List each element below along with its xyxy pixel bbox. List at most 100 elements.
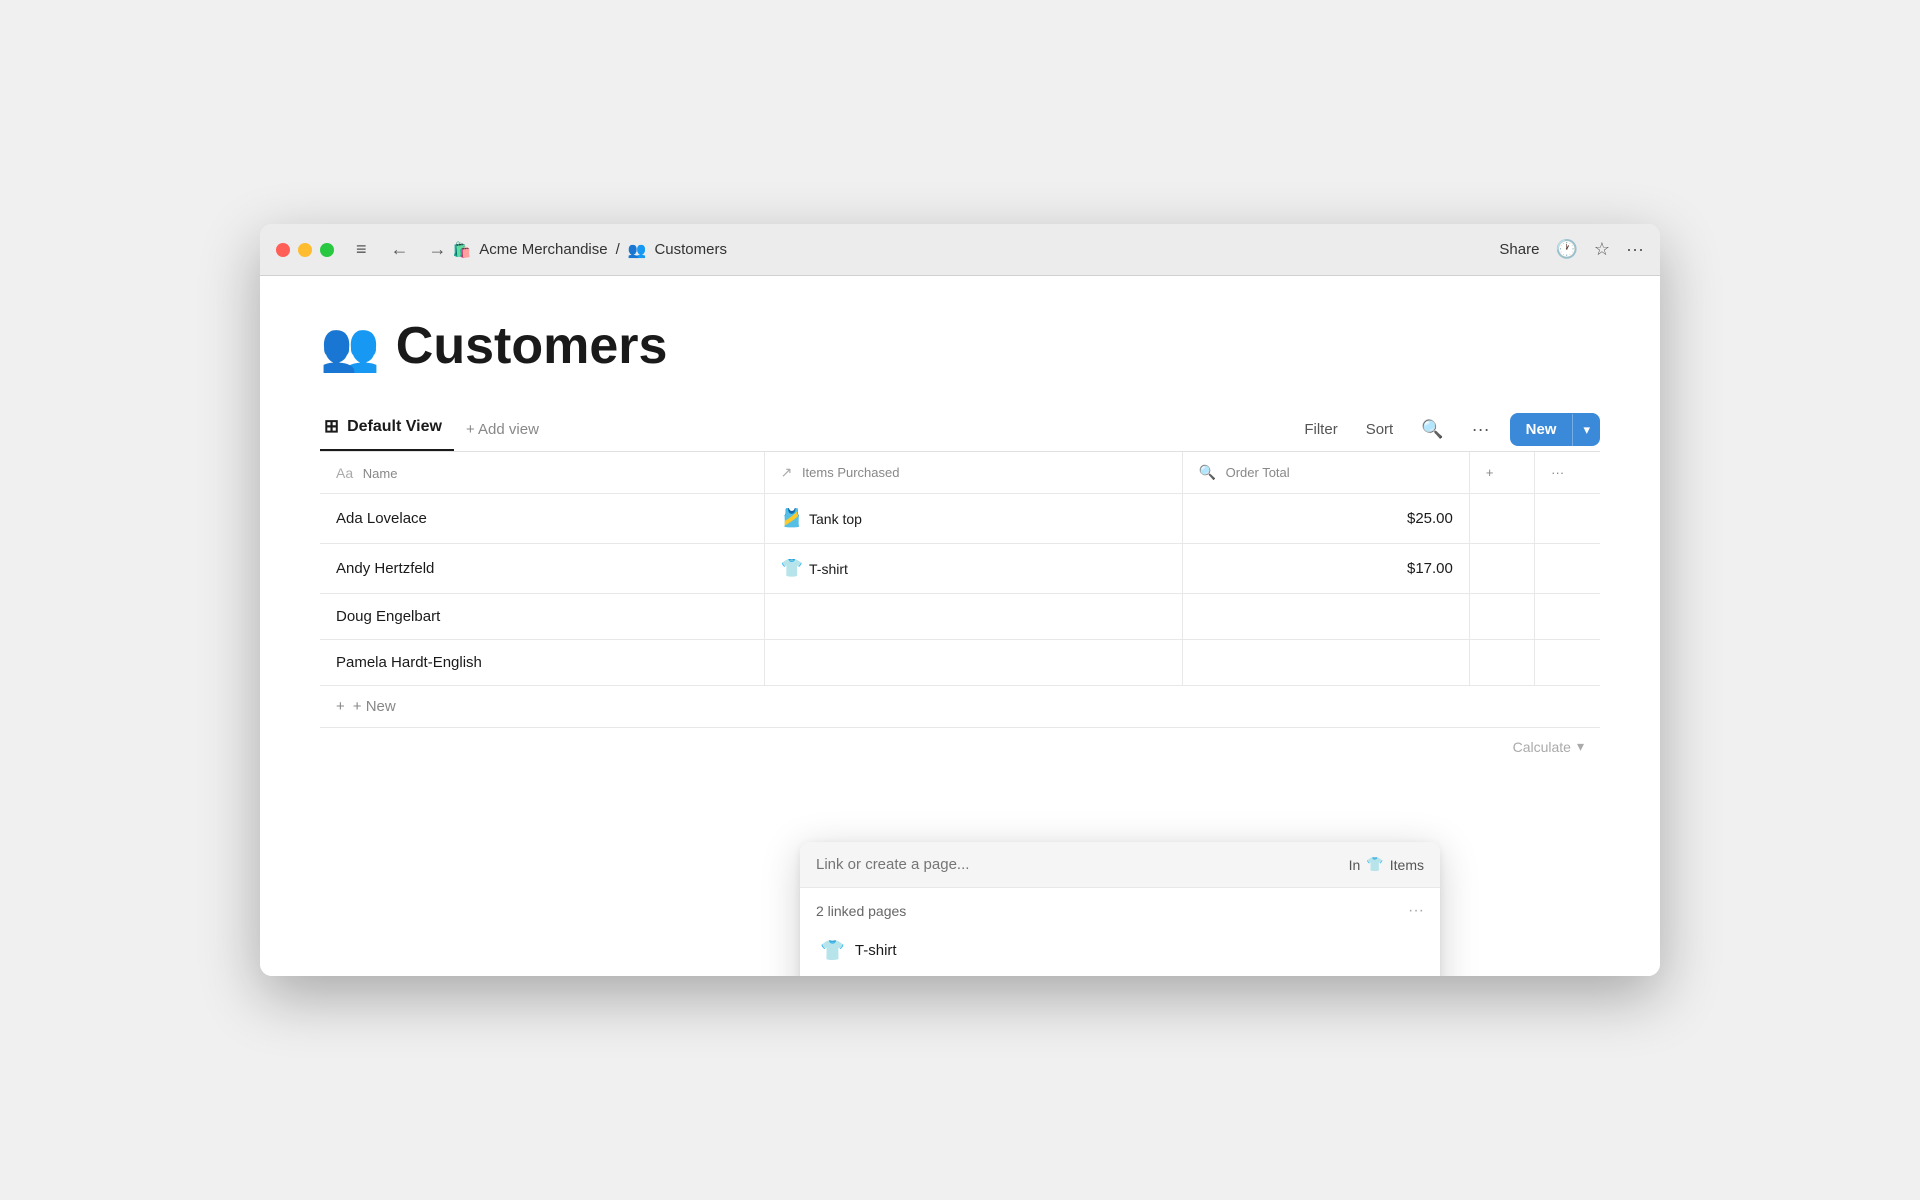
row-name-pamela[interactable]: Pamela Hardt-English <box>320 640 764 686</box>
col-header-more[interactable]: ··· <box>1535 452 1600 494</box>
row-total-andy: $17.00 <box>1182 544 1469 594</box>
search-button[interactable]: 🔍 <box>1413 413 1451 446</box>
items-col-label: Items Purchased <box>802 465 900 480</box>
items-in-icon: 👕 <box>1366 856 1383 873</box>
table-row: Pamela Hardt-English <box>320 640 1600 686</box>
link-page-dropdown: In 👕 Items 2 linked pages ··· 👕 T-shirt <box>800 842 1440 976</box>
history-button[interactable]: 🕐 <box>1555 239 1577 260</box>
dropdown-in-label: In 👕 Items <box>1349 856 1424 873</box>
row-items-doug[interactable] <box>764 594 1182 640</box>
row-name-ada[interactable]: Ada Lovelace <box>320 494 764 544</box>
customers-icon: 👥 <box>628 241 647 259</box>
new-row-label: + New <box>353 698 396 715</box>
row-name-andy[interactable]: Andy Hertzfeld <box>320 544 764 594</box>
traffic-lights <box>276 243 334 257</box>
tshirt-link-icon: 👕 <box>820 938 845 963</box>
titlebar: ≡ ← → 🛍️ Acme Merchandise / 👥 Customers … <box>260 224 1660 276</box>
row-total-doug <box>1182 594 1469 640</box>
row-more-ada <box>1535 494 1600 544</box>
col-header-add[interactable]: + <box>1469 452 1534 494</box>
col-header-name: Aa Name <box>320 452 764 494</box>
row-name-doug[interactable]: Doug Engelbart <box>320 594 764 640</box>
back-button[interactable]: ← <box>385 235 415 264</box>
linked-pages-title: 2 linked pages <box>816 903 906 919</box>
dropdown-search-row: In 👕 Items <box>800 842 1440 888</box>
minimize-button[interactable] <box>298 243 312 257</box>
new-button-group: New ▾ <box>1510 413 1600 446</box>
calculate-chevron-icon: ▾ <box>1577 738 1584 755</box>
forward-button[interactable]: → <box>423 235 453 264</box>
total-col-icon: 🔍 <box>1199 464 1216 480</box>
titlebar-actions: Share 🕐 ☆ ··· <box>1499 239 1644 260</box>
row-more-andy <box>1535 544 1600 594</box>
row-total-pamela <box>1182 640 1469 686</box>
page-title: Customers <box>396 316 668 376</box>
table-row: Ada Lovelace 🎽 Tank top $25.00 <box>320 494 1600 544</box>
table-row: Doug Engelbart <box>320 594 1600 640</box>
tank-top-label-ada: Tank top <box>809 511 862 527</box>
customers-table: Aa Name ↗ Items Purchased 🔍 Order Total <box>320 452 1600 686</box>
total-col-label: Order Total <box>1226 465 1290 480</box>
titlebar-more-button[interactable]: ··· <box>1626 239 1644 260</box>
toolbar-right: Filter Sort 🔍 ··· New ▾ <box>1296 413 1600 446</box>
tshirt-icon-andy: 👕 <box>781 558 803 579</box>
add-col-icon[interactable]: + <box>1486 465 1494 480</box>
row-add-doug <box>1469 594 1534 640</box>
page-title-row: 👥 Customers <box>320 316 1600 376</box>
app-icon: 🛍️ <box>453 241 472 259</box>
nav-buttons: ≡ ← → <box>350 235 453 264</box>
table-row: Andy Hertzfeld 👕 T-shirt $17.00 <box>320 544 1600 594</box>
favorite-button[interactable]: ☆ <box>1594 239 1610 260</box>
more-col-icon[interactable]: ··· <box>1551 465 1564 480</box>
tshirt-link-label: T-shirt <box>855 942 897 959</box>
name-col-icon: Aa <box>336 465 353 481</box>
new-chevron-button[interactable]: ▾ <box>1572 414 1600 446</box>
toolbar: ⊞ Default View + Add view Filter Sort 🔍 … <box>320 408 1600 451</box>
new-row-plus-icon: + <box>336 698 345 715</box>
calculate-row[interactable]: Calculate ▾ <box>320 728 1600 765</box>
section-name[interactable]: Customers <box>654 241 727 258</box>
linked-page-tshirt[interactable]: 👕 T-shirt <box>816 930 1424 971</box>
new-row-button[interactable]: + + New <box>320 686 1600 728</box>
items-col-icon: ↗ <box>781 464 793 480</box>
fullscreen-button[interactable] <box>320 243 334 257</box>
new-button[interactable]: New <box>1510 413 1573 446</box>
row-total-ada: $25.00 <box>1182 494 1469 544</box>
row-add-ada <box>1469 494 1534 544</box>
linked-pages-header: 2 linked pages ··· <box>816 902 1424 920</box>
row-items-pamela[interactable] <box>764 640 1182 686</box>
sort-button[interactable]: Sort <box>1358 415 1402 444</box>
row-more-doug <box>1535 594 1600 640</box>
default-view-tab[interactable]: ⊞ Default View <box>320 408 454 451</box>
row-items-andy[interactable]: 👕 T-shirt <box>764 544 1182 594</box>
row-add-andy <box>1469 544 1534 594</box>
main-content: 👥 Customers ⊞ Default View + Add view Fi… <box>260 276 1660 976</box>
in-label-text: In <box>1349 857 1361 873</box>
tshirt-label-andy: T-shirt <box>809 561 848 577</box>
name-col-label: Name <box>363 466 398 481</box>
table-header-row: Aa Name ↗ Items Purchased 🔍 Order Total <box>320 452 1600 494</box>
page-icon: 👥 <box>320 318 380 375</box>
breadcrumb: 🛍️ Acme Merchandise / 👥 Customers <box>453 241 727 259</box>
linked-pages-section: 2 linked pages ··· 👕 T-shirt 👖 Khaki pan… <box>800 888 1440 976</box>
row-add-pamela <box>1469 640 1534 686</box>
toolbar-more-button[interactable]: ··· <box>1464 413 1498 446</box>
linked-pages-more-button[interactable]: ··· <box>1408 902 1424 920</box>
view-tab-label: Default View <box>347 418 442 436</box>
share-button[interactable]: Share <box>1499 241 1539 258</box>
col-header-items: ↗ Items Purchased <box>764 452 1182 494</box>
col-header-total: 🔍 Order Total <box>1182 452 1469 494</box>
app-window: ≡ ← → 🛍️ Acme Merchandise / 👥 Customers … <box>260 224 1660 976</box>
sidebar-toggle-button[interactable]: ≡ <box>350 235 373 264</box>
app-name[interactable]: Acme Merchandise <box>479 241 607 258</box>
table-container: Aa Name ↗ Items Purchased 🔍 Order Total <box>320 451 1600 765</box>
breadcrumb-separator: / <box>616 241 620 258</box>
calculate-label: Calculate <box>1513 739 1571 755</box>
close-button[interactable] <box>276 243 290 257</box>
link-page-search-input[interactable] <box>816 856 1349 873</box>
filter-button[interactable]: Filter <box>1296 415 1345 444</box>
view-tab-icon: ⊞ <box>324 416 339 437</box>
add-view-button[interactable]: + Add view <box>454 413 551 446</box>
row-items-ada[interactable]: 🎽 Tank top <box>764 494 1182 544</box>
linked-page-khaki[interactable]: 👖 Khaki pants <box>816 971 1424 976</box>
